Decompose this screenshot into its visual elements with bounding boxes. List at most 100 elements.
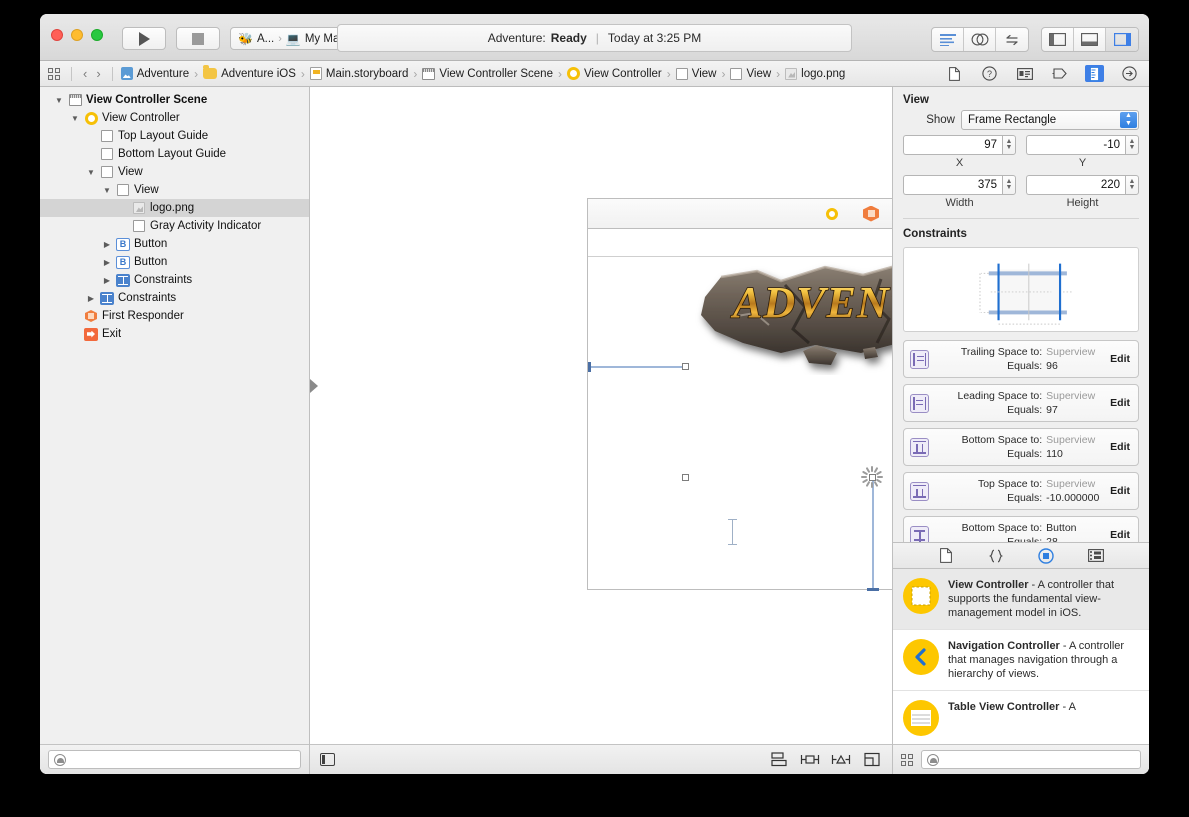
breadcrumb-item-view-outer[interactable]: View [675, 67, 717, 80]
object-library-tab[interactable] [1036, 547, 1056, 564]
related-items-icon[interactable] [48, 67, 60, 80]
stop-button[interactable] [176, 27, 220, 50]
disclosure-triangle[interactable]: ▼ [70, 114, 80, 123]
assistant-editor-button[interactable] [964, 28, 996, 51]
disclosure-triangle[interactable]: ▼ [102, 186, 112, 195]
connections-inspector-tab[interactable] [1120, 65, 1139, 82]
activity-indicator-spinner[interactable] [861, 466, 883, 488]
logo-image[interactable]: ADVENTURE [685, 255, 892, 375]
width-field[interactable]: 375 [903, 175, 1002, 195]
outline-row-top-layout-guide[interactable]: Top Layout Guide [40, 127, 309, 145]
outline-row-gray-activity-indicator[interactable]: Gray Activity Indicator [40, 217, 309, 235]
constraints-diagram[interactable] [903, 247, 1139, 332]
outline-row-view-controller[interactable]: ▼ View Controller [40, 109, 309, 127]
navigator-filter-input[interactable] [70, 753, 295, 766]
quick-help-inspector-tab[interactable]: ? [980, 65, 999, 82]
outline-row-exit[interactable]: Exit [40, 325, 309, 343]
x-stepper[interactable]: ▲ ▼ [1002, 135, 1016, 155]
breadcrumb-item-main-storyboard[interactable]: Main.storyboard [309, 67, 408, 80]
breadcrumb-item-view-inner[interactable]: View [730, 67, 771, 80]
constraint-row-leading[interactable]: Leading Space to: Superview Equals: 97 Edi… [903, 384, 1139, 422]
x-field[interactable]: 97 [903, 135, 1002, 155]
canvas-collapse-arrow[interactable] [310, 379, 318, 393]
disclosure-triangle[interactable]: ▶ [102, 258, 112, 267]
attributes-inspector-tab[interactable] [1050, 65, 1069, 82]
navigator-toggle-button[interactable] [1042, 28, 1074, 51]
file-inspector-tab[interactable] [945, 65, 964, 82]
outline-row-view[interactable]: ▼ View [40, 163, 309, 181]
breadcrumb-item-view-controller[interactable]: View Controller [566, 67, 662, 80]
outline-row-first-responder[interactable]: First Responder [40, 307, 309, 325]
library-item-view-controller[interactable]: View Controller - A controller that supp… [893, 569, 1149, 630]
minimize-button[interactable] [71, 29, 83, 41]
utilities-toggle-button[interactable] [1106, 28, 1138, 51]
code-snippet-library-tab[interactable] [986, 547, 1006, 564]
navigator-filter-field[interactable] [48, 750, 301, 769]
media-library-tab[interactable] [1086, 547, 1106, 564]
outline-row-view[interactable]: ▼ View [40, 181, 309, 199]
outline-row-constraints[interactable]: ▶ Constraints [40, 289, 309, 307]
edit-constraint-button[interactable]: Edit [1110, 441, 1132, 453]
breadcrumb-item-adventure-ios[interactable]: Adventure iOS [203, 65, 296, 80]
embed-in-button[interactable] [862, 752, 882, 767]
disclosure-triangle[interactable]: ▼ [54, 96, 64, 105]
height-stepper[interactable]: ▲ ▼ [1125, 175, 1139, 195]
breadcrumb-label: View [691, 67, 717, 80]
show-popup-button[interactable]: Frame Rectangle ▲ ▼ [961, 110, 1139, 130]
outline-row-view-controller-scene[interactable]: ▼ View Controller Scene [40, 91, 309, 109]
outline-row-constraints[interactable]: ▶ Constraints [40, 271, 309, 289]
outline-row-button[interactable]: ▶ B Button [40, 235, 309, 253]
breadcrumb-item-view-controller-scene[interactable]: View Controller Scene [422, 67, 553, 80]
close-button[interactable] [51, 29, 63, 41]
storyboard-canvas[interactable]: ADVENTURE [310, 87, 892, 744]
outline-row-bottom-layout-guide[interactable]: Bottom Layout Guide [40, 145, 309, 163]
constraint-row-bottom-button[interactable]: Bottom Space to: Button Equals: 28 Edit [903, 516, 1139, 542]
first-responder-dock-icon[interactable] [863, 206, 879, 222]
disclosure-triangle[interactable]: ▶ [102, 240, 112, 249]
height-field[interactable]: 220 [1026, 175, 1125, 195]
version-editor-button[interactable] [996, 28, 1028, 51]
pin-button[interactable] [800, 752, 820, 767]
library-grid-icon[interactable] [901, 753, 913, 766]
edit-constraint-button[interactable]: Edit [1110, 397, 1132, 409]
disclosure-triangle[interactable]: ▶ [102, 276, 112, 285]
width-stepper[interactable]: ▲ ▼ [1002, 175, 1016, 195]
standard-editor-button[interactable] [932, 28, 964, 51]
constraint-row-trailing[interactable]: Trailing Space to: Superview Equals: 96 Ed… [903, 340, 1139, 378]
breadcrumb-item-logo-png[interactable]: logo.png [785, 67, 845, 80]
edit-constraint-button[interactable]: Edit [1110, 529, 1132, 541]
outline-row-button[interactable]: ▶ B Button [40, 253, 309, 271]
library-item-navigation-controller[interactable]: Navigation Controller - A controller tha… [893, 630, 1149, 691]
view-controller-dock-icon[interactable] [826, 207, 838, 220]
debug-toggle-button[interactable] [1074, 28, 1106, 51]
edit-constraint-button[interactable]: Edit [1110, 485, 1132, 497]
view-controller-canvas[interactable]: ADVENTURE [587, 228, 892, 591]
resolve-issues-button[interactable] [831, 752, 851, 767]
view-as-device-button[interactable] [320, 753, 335, 766]
file-template-library-tab[interactable] [936, 547, 956, 564]
leading-constraint-line [588, 366, 685, 368]
library-item-table-view-controller[interactable]: Table View Controller - A [893, 691, 1149, 744]
breadcrumb-item-adventure[interactable]: Adventure [120, 67, 189, 80]
align-button[interactable] [769, 752, 789, 767]
constraint-row-top-superview[interactable]: Top Space to: Superview Equals: -10.000000… [903, 472, 1139, 510]
run-button[interactable] [122, 27, 166, 50]
disclosure-triangle[interactable]: ▶ [86, 294, 96, 303]
edit-constraint-button[interactable]: Edit [1110, 353, 1132, 365]
document-outline[interactable]: ▼ View Controller Scene ▼ View Controller To… [40, 87, 309, 744]
back-arrow-icon[interactable]: ‹ [83, 66, 87, 81]
outline-row-logo-png[interactable]: logo.png [40, 199, 309, 217]
y-stepper[interactable]: ▲ ▼ [1125, 135, 1139, 155]
selection-handle-bottom-left[interactable] [682, 474, 689, 481]
selection-handle-left[interactable] [682, 363, 689, 370]
library-filter-input[interactable] [943, 753, 1135, 766]
y-field[interactable]: -10 [1026, 135, 1125, 155]
size-inspector-tab[interactable] [1085, 65, 1104, 82]
identity-inspector-tab[interactable] [1015, 65, 1034, 82]
disclosure-triangle[interactable]: ▼ [86, 168, 96, 177]
library-filter-field[interactable] [921, 750, 1141, 769]
object-library-list[interactable]: View Controller - A controller that supp… [893, 569, 1149, 744]
forward-arrow-icon[interactable]: › [96, 66, 100, 81]
zoom-button[interactable] [91, 29, 103, 41]
constraint-row-bottom-superview[interactable]: Bottom Space to: Superview Equals: 110 Edi… [903, 428, 1139, 466]
